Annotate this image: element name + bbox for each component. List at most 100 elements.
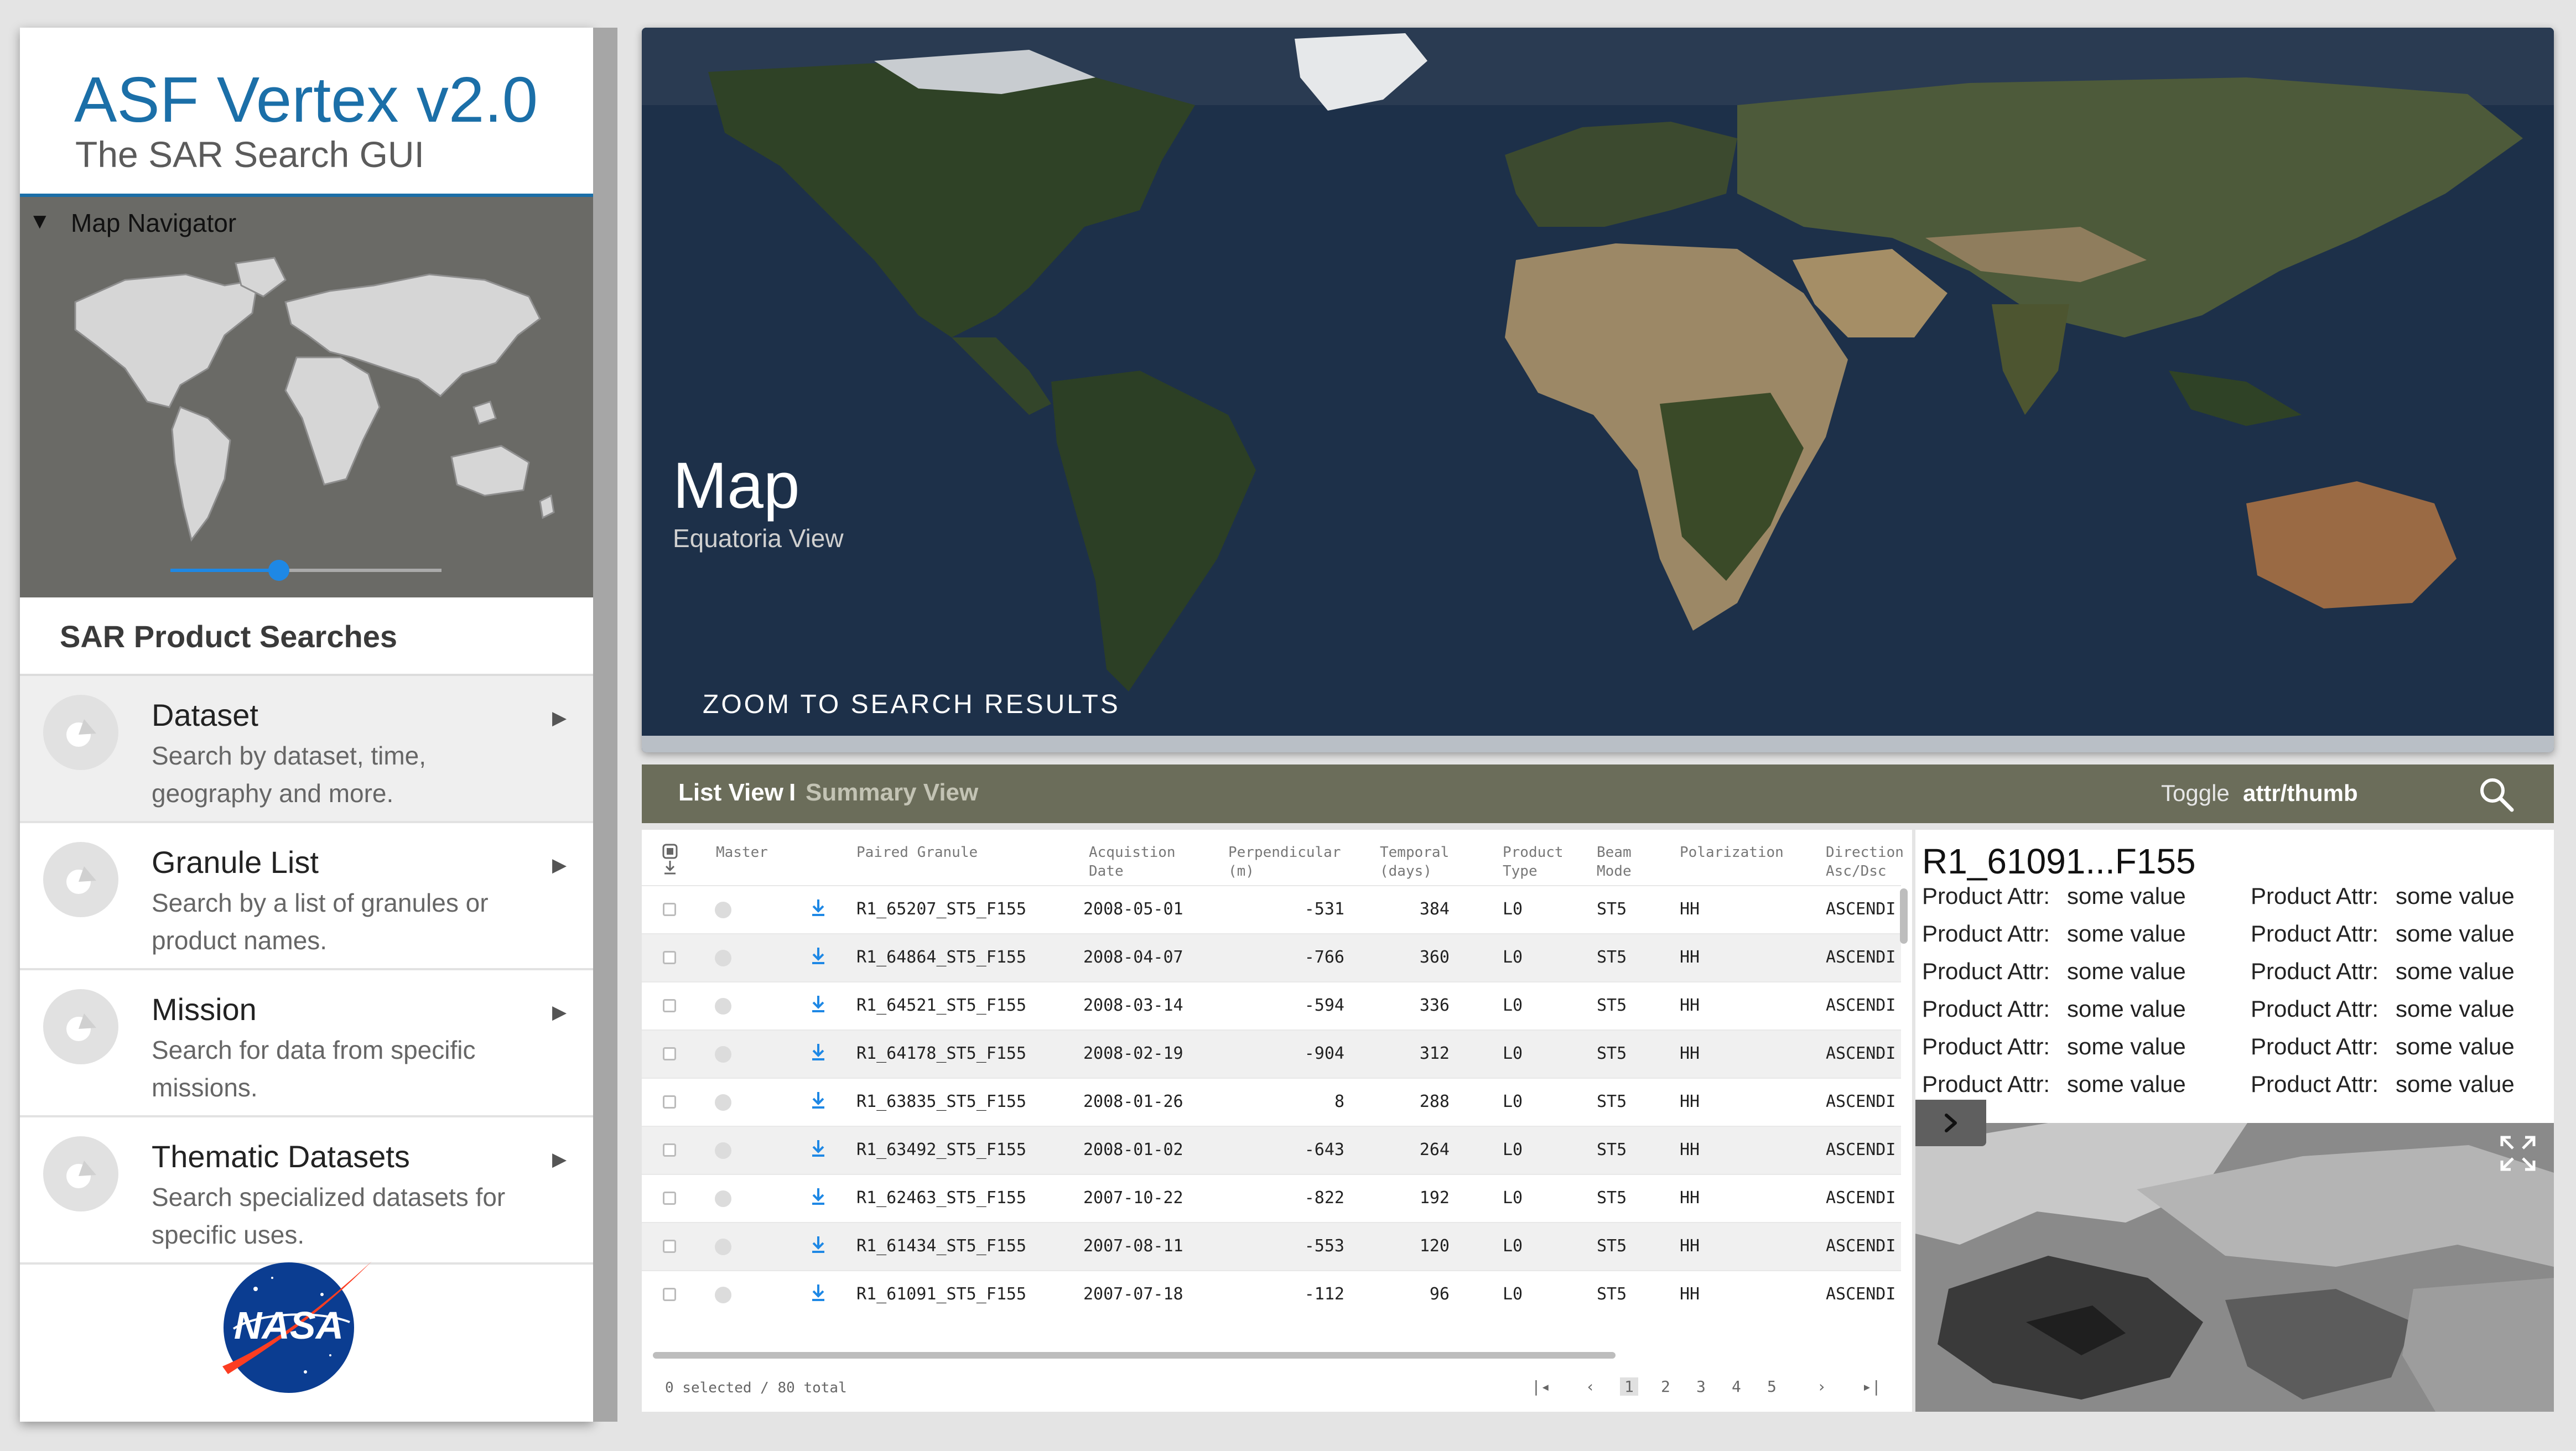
cell-beam: ST5 [1597,996,1627,1015]
table-row[interactable]: R1_64521_ST5_F155 2008-03-14 -594 336 L0 ST5 H… [642,981,1901,1029]
cell-temporal: 120 [1419,1236,1450,1256]
row-checkbox[interactable] [663,1095,676,1109]
master-radio[interactable] [715,998,731,1015]
row-checkbox[interactable] [663,999,676,1012]
search-item-granule-list[interactable]: Granule List Search by a list of granule… [20,823,593,970]
toggle-label[interactable]: Toggle [2161,780,2230,807]
horizontal-scrollbar[interactable] [653,1352,1616,1359]
row-checkbox[interactable] [663,951,676,964]
table-row[interactable]: R1_61434_ST5_F155 2007-08-11 -553 120 L0 ST5 H… [642,1222,1901,1270]
search-item-mission[interactable]: Mission Search for data from specific mi… [20,970,593,1117]
next-page-icon[interactable]: › [1817,1377,1826,1396]
column-header-direction[interactable]: Direction Asc/Dsc [1826,843,1904,881]
row-checkbox[interactable] [663,903,676,916]
expand-arrow-icon[interactable]: ▶ [552,707,567,729]
zoom-to-results-button[interactable]: ZOOM TO SEARCH RESULTS [703,689,1120,720]
cell-perp: -643 [1304,1140,1344,1159]
search-item-thematic-datasets[interactable]: Thematic Datasets Search specialized dat… [20,1117,593,1265]
cell-ptype: L0 [1503,1284,1523,1304]
prev-page-icon[interactable]: ‹ [1586,1377,1595,1396]
row-checkbox[interactable] [663,1192,676,1205]
sar-thumbnail[interactable] [1915,1123,2554,1412]
download-icon[interactable] [809,1234,828,1256]
column-header-polarization[interactable]: Polarization [1680,843,1784,862]
download-icon[interactable] [809,1186,828,1208]
map-navigator[interactable]: ▼ Map Navigator [20,197,593,597]
download-icon[interactable] [809,1090,828,1112]
map-panel[interactable]: Map Equatoria View ZOOM TO SEARCH RESULT… [642,28,2554,752]
cell-date: 2008-02-19 [1083,1044,1183,1063]
cell-ptype: L0 [1503,1236,1523,1256]
cell-ptype: L0 [1503,948,1523,967]
table-row[interactable]: R1_61091_ST5_F155 2007-07-18 -112 96 L0 ST5 HH… [642,1270,1901,1318]
map-navigator-title[interactable]: Map Navigator [71,208,236,238]
row-checkbox[interactable] [663,1047,676,1060]
master-radio[interactable] [715,1239,731,1255]
table-row[interactable]: R1_64178_ST5_F155 2008-02-19 -904 312 L0 ST5 H… [642,1029,1901,1078]
download-icon[interactable] [809,1138,828,1160]
expand-arrow-icon[interactable]: ▶ [552,854,567,876]
column-header-acquisition-date[interactable]: Acquistion Date [1089,843,1176,881]
search-item-dataset[interactable]: Dataset Search by dataset, time, geograp… [20,676,593,823]
page-5[interactable]: 5 [1767,1377,1777,1396]
expand-arrow-icon[interactable]: ▶ [552,1148,567,1171]
last-page-icon[interactable]: ▸| [1862,1377,1881,1396]
table-row[interactable]: R1_63492_ST5_F155 2008-01-02 -643 264 L0 ST5 H… [642,1126,1901,1174]
column-header-master[interactable]: Master [716,843,768,862]
tab-list-view[interactable]: List View [678,779,783,807]
results-table: Master Paired Granule Acquistion Date Pe… [642,830,1912,1412]
select-all-download-icon[interactable] [662,843,678,876]
search-icon[interactable] [2478,776,2515,813]
master-radio[interactable] [715,950,731,966]
row-checkbox[interactable] [663,1143,676,1157]
first-page-icon[interactable]: |◂ [1531,1377,1550,1396]
column-header-beam-mode[interactable]: Beam Mode [1597,843,1632,881]
master-radio[interactable] [715,1142,731,1159]
thumbnail-next-button[interactable] [1915,1100,1986,1146]
expand-arrow-icon[interactable]: ▶ [552,1001,567,1023]
table-row[interactable]: R1_64864_ST5_F155 2008-04-07 -766 360 L0 ST5 H… [642,933,1901,981]
attribute-value: some value [2067,958,2186,984]
row-checkbox[interactable] [663,1240,676,1253]
zoom-slider-handle[interactable] [268,560,289,581]
cell-beam: ST5 [1597,1140,1627,1159]
column-header-temporal[interactable]: Temporal (days) [1380,843,1449,881]
cell-date: 2008-03-14 [1083,996,1183,1015]
collapse-caret-icon[interactable]: ▼ [29,209,51,234]
world-outline-map[interactable] [42,241,573,551]
table-row[interactable]: R1_62463_ST5_F155 2007-10-22 -822 192 L0 ST5 H… [642,1174,1901,1222]
tab-summary-view[interactable]: Summary View [806,779,978,807]
download-icon[interactable] [809,994,828,1016]
page-3[interactable]: 3 [1696,1377,1706,1396]
table-row[interactable]: R1_63835_ST5_F155 2008-01-26 8 288 L0 ST5 HH AS… [642,1078,1901,1126]
column-header-paired-granule[interactable]: Paired Granule [856,843,978,862]
cell-granule: R1_63492_ST5_F155 [856,1140,1027,1159]
cell-granule: R1_63835_ST5_F155 [856,1092,1027,1111]
download-icon[interactable] [809,1042,828,1064]
vertical-scrollbar[interactable] [1900,888,1908,944]
master-radio[interactable] [715,1094,731,1111]
search-item-label: Mission [152,992,257,1027]
master-radio[interactable] [715,1190,731,1207]
page-2[interactable]: 2 [1661,1377,1670,1396]
download-icon[interactable] [809,897,828,919]
column-header-perpendicular[interactable]: Perpendicular (m) [1228,843,1341,881]
app-subtitle: The SAR Search GUI [75,134,424,175]
toggle-attr-thumb[interactable]: attr/thumb [2243,780,2358,807]
cell-granule: R1_62463_ST5_F155 [856,1188,1027,1208]
master-radio[interactable] [715,902,731,918]
master-radio[interactable] [715,1046,731,1063]
page-1[interactable]: 1 [1620,1377,1638,1396]
row-checkbox[interactable] [663,1288,676,1301]
master-radio[interactable] [715,1287,731,1303]
world-satellite-map[interactable] [642,28,2554,752]
attribute-value: some value [2067,920,2186,946]
cell-dir: ASCENDI [1826,1044,1896,1063]
expand-fullscreen-icon[interactable] [2499,1134,2537,1173]
download-icon[interactable] [809,1282,828,1304]
download-icon[interactable] [809,945,828,968]
page-4[interactable]: 4 [1732,1377,1741,1396]
column-header-product-type[interactable]: Product Type [1503,843,1564,881]
table-row[interactable]: R1_65207_ST5_F155 2008-05-01 -531 384 L0 ST5 H… [642,885,1901,933]
cell-granule: R1_64864_ST5_F155 [856,948,1027,967]
